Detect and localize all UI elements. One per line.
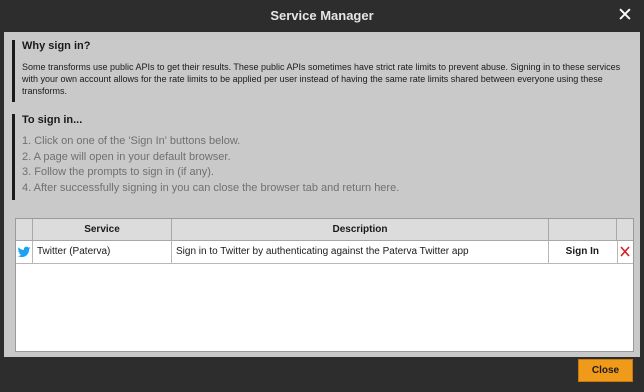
sign-in-steps: 1. Click on one of the 'Sign In' buttons… xyxy=(22,134,399,196)
delete-x-icon[interactable] xyxy=(619,244,631,259)
service-description: Sign in to Twitter by authenticating aga… xyxy=(172,241,549,263)
why-sign-in-text: Some transforms use public APIs to get t… xyxy=(22,62,621,96)
table-header: Service Description xyxy=(16,219,633,241)
step-item: 4. After successfully signing in you can… xyxy=(22,181,400,194)
why-sign-in-section: Why sign in? Some transforms use public … xyxy=(12,40,635,102)
close-icon[interactable]: ✕ xyxy=(616,6,634,25)
delete-column-header xyxy=(617,219,633,240)
step-item: 2. A page will open in your default brow… xyxy=(22,150,231,163)
step-item: 3. Follow the prompts to sign in (if any… xyxy=(22,166,214,178)
description-column-header: Description xyxy=(172,219,549,240)
service-name: Twitter (Paterva) xyxy=(33,241,172,263)
twitter-bird-icon xyxy=(17,246,31,258)
service-column-header: Service xyxy=(33,219,172,240)
services-table: Service Description Twitter (Paterva) Si… xyxy=(15,218,634,352)
to-sign-in-section: To sign in... 1. Click on one of the 'Si… xyxy=(12,114,635,200)
step-item: 1. Click on one of the 'Sign In' buttons… xyxy=(22,135,241,147)
table-row: Twitter (Paterva) Sign in to Twitter by … xyxy=(16,241,633,264)
title-bar: Service Manager ✕ xyxy=(0,0,644,32)
icon-column-header xyxy=(16,219,33,240)
dialog-footer xyxy=(0,357,644,392)
service-manager-dialog: Service Manager ✕ Why sign in? Some tran… xyxy=(0,0,644,392)
why-sign-in-title: Why sign in? xyxy=(22,40,91,52)
action-column-header xyxy=(549,219,617,240)
close-button[interactable]: Close xyxy=(578,359,633,382)
dialog-body: Why sign in? Some transforms use public … xyxy=(4,32,640,357)
to-sign-in-title: To sign in... xyxy=(22,114,83,126)
dialog-title: Service Manager xyxy=(270,8,374,23)
sign-in-button[interactable]: Sign In xyxy=(549,241,599,263)
